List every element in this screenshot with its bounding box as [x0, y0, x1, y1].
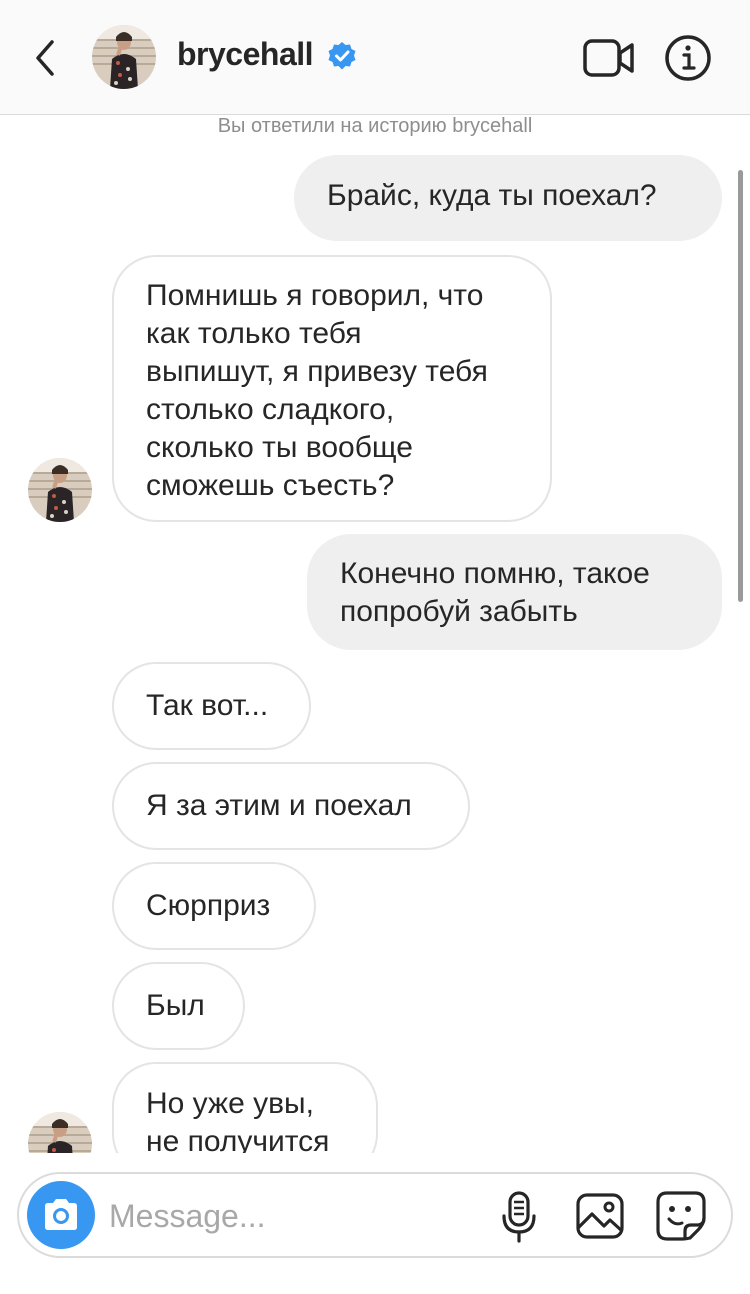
back-button[interactable] — [26, 34, 66, 82]
camera-icon — [45, 1199, 77, 1230]
message-thread[interactable]: Вы ответили на историю brycehall Брайс, … — [0, 115, 750, 1153]
message-input[interactable] — [109, 1194, 489, 1238]
chat-header: brycehall — [0, 0, 750, 115]
avatar[interactable] — [28, 1112, 92, 1153]
message-bubble-incoming[interactable]: Помнишь я говорил, что как только тебя в… — [112, 255, 552, 522]
video-call-button[interactable] — [583, 38, 635, 78]
message-bubble-incoming[interactable]: Так вот... — [112, 662, 311, 750]
camera-button[interactable] — [27, 1181, 95, 1249]
verified-badge-icon — [328, 42, 356, 70]
message-bubble-incoming[interactable]: Был — [112, 962, 245, 1050]
scrollbar[interactable] — [738, 170, 743, 602]
message-text: Я за этим и поехал — [146, 789, 412, 822]
message-text: Так вот... — [146, 689, 269, 722]
message-bubble-incoming[interactable]: Я за этим и поехал — [112, 762, 470, 850]
microphone-button[interactable] — [499, 1190, 539, 1244]
microphone-icon — [502, 1191, 536, 1243]
message-composer — [17, 1172, 733, 1258]
message-line: попробуй забыть — [340, 595, 578, 628]
message-line: сколько ты вообще — [146, 431, 413, 464]
message-bubble-incoming[interactable]: Сюрприз — [112, 862, 316, 950]
avatar[interactable] — [92, 25, 156, 89]
video-call-icon — [583, 39, 634, 77]
message-bubble-incoming[interactable]: Но уже увы, не получится — [112, 1062, 378, 1153]
avatar[interactable] — [28, 458, 92, 522]
back-icon — [36, 40, 54, 76]
story-reply-note: Вы ответили на историю brycehall — [217, 115, 533, 137]
message-bubble-outgoing[interactable]: Конечно помню, такое попробуй забыть — [307, 534, 722, 650]
message-line: Но уже увы, — [146, 1087, 314, 1120]
info-icon — [665, 35, 711, 81]
message-text: Был — [146, 989, 205, 1022]
message-line: Помнишь я говорил, что — [146, 279, 484, 312]
message-text: Брайс, куда ты поехал? — [327, 179, 657, 212]
username[interactable]: brycehall — [177, 36, 314, 73]
message-line: столько сладкого, — [146, 393, 395, 426]
gallery-button[interactable] — [575, 1192, 625, 1240]
sticker-icon — [656, 1191, 706, 1241]
message-line: сможешь съесть? — [146, 469, 395, 502]
message-text: Сюрприз — [146, 889, 271, 922]
sticker-button[interactable] — [655, 1190, 707, 1242]
message-line: Конечно помню, такое — [340, 557, 650, 590]
message-bubble-outgoing[interactable]: Брайс, куда ты поехал? — [294, 155, 722, 241]
message-line: не получится — [146, 1125, 330, 1153]
gallery-icon — [576, 1193, 624, 1239]
message-line: выпишут, я привезу тебя — [146, 355, 488, 388]
info-button[interactable] — [664, 34, 712, 82]
message-line: как только тебя — [146, 317, 362, 350]
